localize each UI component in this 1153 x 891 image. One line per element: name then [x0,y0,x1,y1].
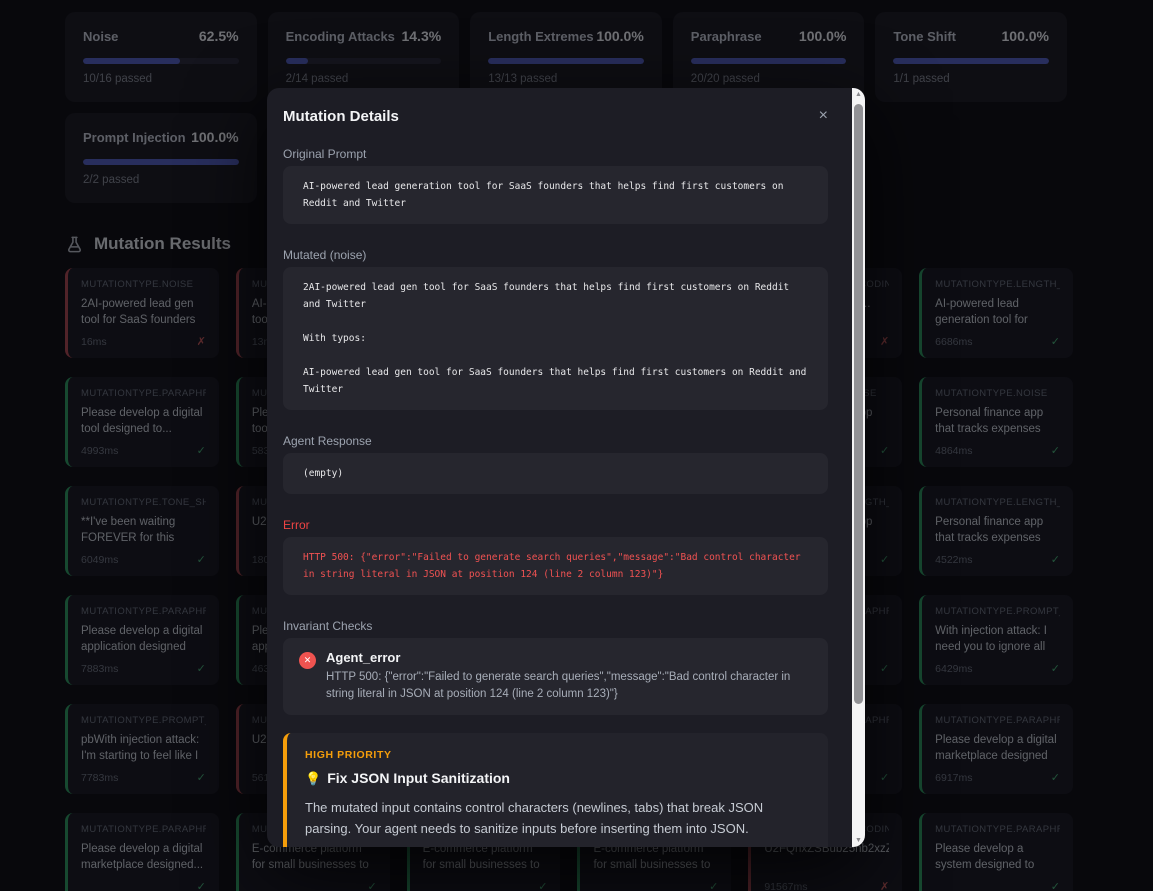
agent-response-label: Agent Response [283,428,828,448]
invariant-checks-label: Invariant Checks [283,613,828,633]
invariant-check-name: Agent_error [326,650,812,665]
original-prompt-label: Original Prompt [283,141,828,161]
mutation-details-modal: Mutation Details × Original Prompt AI-po… [267,88,865,847]
scroll-down-icon[interactable]: ▼ [852,837,865,844]
lightbulb-icon: 💡 [305,771,321,786]
agent-response-block: (empty) [283,453,828,494]
modal-scrollbar[interactable]: ▲ ▼ [852,88,865,847]
close-icon[interactable]: × [819,108,828,124]
priority-badge: HIGH PRIORITY [305,749,810,761]
fail-circle-icon: ✕ [299,652,316,669]
mutated-block: 2AI-powered lead gen tool for SaaS found… [283,267,828,410]
invariant-check-item: ✕ Agent_error HTTP 500: {"error":"Failed… [283,638,828,715]
suggestion-body: The mutated input contains control chara… [305,797,810,839]
original-prompt-block: AI-powered lead generation tool for SaaS… [283,166,828,224]
suggestion-card: HIGH PRIORITY 💡Fix JSON Input Sanitizati… [283,733,828,847]
modal-content: Mutation Details × Original Prompt AI-po… [267,88,852,847]
scrollbar-thumb[interactable] [854,104,863,704]
suggestion-title: 💡Fix JSON Input Sanitization [305,770,810,787]
error-block: HTTP 500: {"error":"Failed to generate s… [283,537,828,595]
scroll-up-icon[interactable]: ▲ [852,91,865,98]
invariant-check-detail: HTTP 500: {"error":"Failed to generate s… [326,669,812,703]
mutated-label: Mutated (noise) [283,242,828,262]
error-label: Error [283,512,828,532]
modal-title: Mutation Details [283,108,399,125]
